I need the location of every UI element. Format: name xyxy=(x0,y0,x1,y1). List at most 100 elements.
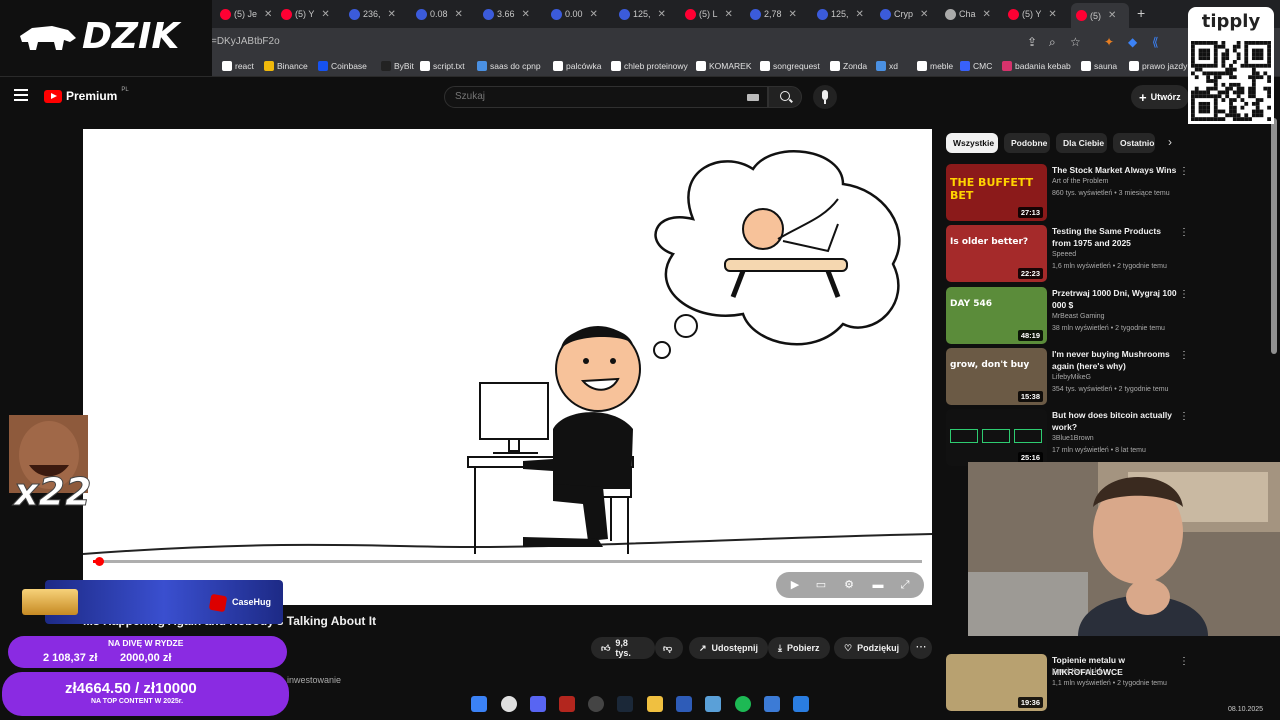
notepad-icon[interactable] xyxy=(764,696,780,712)
close-icon[interactable]: ✕ xyxy=(920,9,928,20)
share-button[interactable]: ↗ Udostępnij xyxy=(689,637,769,659)
obs-icon[interactable] xyxy=(588,696,604,712)
close-icon[interactable]: ✕ xyxy=(725,9,733,20)
browser-tab[interactable]: 2,78 ✕ xyxy=(750,4,810,24)
browser-tab[interactable]: 125, ✕ xyxy=(619,4,679,24)
more-vert-icon[interactable]: ⋮ xyxy=(1179,656,1189,667)
video-title[interactable]: Testing the Same Products from 1975 and … xyxy=(1052,225,1182,249)
close-icon[interactable]: ✕ xyxy=(590,9,598,20)
progress-scrubber[interactable] xyxy=(95,557,104,566)
more-vert-icon[interactable]: ⋮ xyxy=(1179,289,1189,300)
create-button[interactable]: + Utwórz xyxy=(1131,85,1189,109)
bookmark-item[interactable]: Zonda xyxy=(830,61,867,71)
dislike-button[interactable]: 👎︎ xyxy=(655,637,683,659)
new-tab-button[interactable]: + xyxy=(1137,5,1145,21)
more-vert-icon[interactable]: ⋮ xyxy=(1179,350,1189,361)
recommended-video[interactable]: THE BUFFETT BET 27:13 The Stock Market Alw… xyxy=(946,164,1196,222)
bookmark-item[interactable]: saas do cpnp xyxy=(477,61,541,71)
bookmark-item[interactable]: KOMAREK xyxy=(696,61,752,71)
browser-tab[interactable]: 125, ✕ xyxy=(817,4,877,24)
extension-icon[interactable]: ✦ xyxy=(1104,35,1114,49)
subtitles-icon[interactable]: ▭ xyxy=(814,578,828,592)
browser-tab[interactable]: Cha ✕ xyxy=(945,4,1005,24)
search-box[interactable] xyxy=(444,86,768,108)
autoplay-toggle-icon[interactable]: ▶ xyxy=(788,578,802,592)
chrome-icon[interactable] xyxy=(501,696,517,712)
filter-chip[interactable]: Dla Ciebie xyxy=(1056,133,1107,153)
bookmark-item[interactable]: CMC xyxy=(960,61,992,71)
fullscreen-icon[interactable]: ⤢ xyxy=(898,578,912,592)
bookmark-item[interactable]: palcówka xyxy=(553,61,601,71)
filter-chip[interactable]: Podobne xyxy=(1004,133,1050,153)
filter-chip[interactable]: Ostatnio xyxy=(1113,133,1155,153)
video-title[interactable]: But how does bitcoin actually work? xyxy=(1052,409,1182,433)
tab-active[interactable]: (5) ✕ xyxy=(1071,3,1129,28)
bookmark-item[interactable]: meble xyxy=(917,61,953,71)
steam-icon[interactable] xyxy=(617,696,633,712)
bookmark-item[interactable]: Binance xyxy=(264,61,308,71)
browser-tab[interactable]: Cryp ✕ xyxy=(880,4,940,24)
more-vert-icon[interactable]: ⋮ xyxy=(1179,411,1189,422)
app-icon[interactable] xyxy=(793,696,809,712)
close-icon[interactable]: ✕ xyxy=(321,9,329,20)
browser-tab[interactable]: (5) Y ✕ xyxy=(1008,4,1068,24)
channel-name[interactable]: Kamil Kamelsky xyxy=(1052,668,1102,675)
channel-name[interactable]: Art of the Problem xyxy=(1052,178,1108,185)
recommended-video[interactable]: DAY 546 48:19 Przetrwaj 1000 Dni, Wygraj 1… xyxy=(946,287,1196,345)
video-thumbnail[interactable]: 19:36 xyxy=(946,654,1047,711)
video-thumbnail[interactable]: grow, don't buy 15:38 xyxy=(946,348,1047,405)
search-input[interactable] xyxy=(455,91,735,102)
chevron-right-icon[interactable]: › xyxy=(1168,135,1172,149)
channel-name[interactable]: MrBeast Gaming xyxy=(1052,313,1105,320)
video-thumbnail[interactable]: Is older better? 22:23 xyxy=(946,225,1047,282)
close-icon[interactable]: ✕ xyxy=(388,9,396,20)
app-icon[interactable] xyxy=(705,696,721,712)
bookmark-item[interactable]: xd xyxy=(876,61,898,71)
browser-tab[interactable]: (5) Je ✕ xyxy=(220,4,280,24)
more-vert-icon[interactable]: ⋮ xyxy=(1179,166,1189,177)
like-button[interactable]: 👍︎ 9,8 tys. xyxy=(591,637,655,659)
bookmark-item[interactable]: songrequest xyxy=(760,61,820,71)
settings-gear-icon[interactable]: ⚙ xyxy=(842,578,856,592)
close-icon[interactable]: ✕ xyxy=(264,9,272,20)
progress-bar[interactable] xyxy=(93,560,922,563)
keyboard-icon[interactable] xyxy=(747,94,759,101)
video-title[interactable]: Przetrwaj 1000 Dni, Wygraj 100 000 $ xyxy=(1052,287,1182,311)
close-icon[interactable]: ✕ xyxy=(658,9,666,20)
bookmark-item[interactable]: prawo jazdy xyxy=(1129,61,1187,71)
bookmark-item[interactable]: Coinbase xyxy=(318,61,367,71)
bookmark-item[interactable]: badania kebab xyxy=(1002,61,1071,71)
browser-tab[interactable]: 236, ✕ xyxy=(349,4,409,24)
close-icon[interactable]: ✕ xyxy=(1048,9,1056,20)
thanks-button[interactable]: ♡ Podziękuj xyxy=(834,637,910,659)
channel-name[interactable]: LifebyMikeG xyxy=(1052,374,1091,381)
zoom-icon[interactable]: ⌕ xyxy=(1049,35,1056,50)
discord-icon[interactable] xyxy=(530,696,546,712)
video-thumbnail[interactable]: THE BUFFETT BET 27:13 xyxy=(946,164,1047,221)
channel-name[interactable]: Speeed xyxy=(1052,251,1076,258)
address-bar[interactable]: v=DKyJABtbF2o xyxy=(206,36,280,47)
menu-icon[interactable] xyxy=(14,89,28,101)
close-icon[interactable]: ✕ xyxy=(856,9,864,20)
browser-tab[interactable]: 0.08 ✕ xyxy=(416,4,476,24)
close-icon[interactable]: ✕ xyxy=(455,9,463,20)
video-player[interactable]: ▶ ▭ ⚙ ▬ ⤢ xyxy=(83,129,932,605)
bookmark-star-icon[interactable]: ☆ xyxy=(1070,35,1081,49)
more-vert-icon[interactable]: ⋮ xyxy=(1179,227,1189,238)
bookmark-item[interactable]: chleb proteinowy xyxy=(611,61,688,71)
close-icon[interactable]: ✕ xyxy=(789,9,797,20)
close-icon[interactable]: ✕ xyxy=(1108,10,1116,21)
recommended-video[interactable]: Is older better? 22:23 Testing the Same Pr… xyxy=(946,225,1196,283)
search-button[interactable] xyxy=(768,86,802,108)
channel-name[interactable]: 3Blue1Brown xyxy=(1052,435,1094,442)
app-icon[interactable] xyxy=(559,696,575,712)
windows-start-icon[interactable] xyxy=(471,696,487,712)
extension-icon[interactable]: ◆ xyxy=(1128,35,1137,49)
browser-tab[interactable]: (5) L ✕ xyxy=(685,4,745,24)
video-thumbnail[interactable]: 25:16 xyxy=(946,409,1047,466)
voice-search-button[interactable] xyxy=(813,85,837,109)
bookmark-item[interactable]: sauna xyxy=(1081,61,1117,71)
theater-mode-icon[interactable]: ▬ xyxy=(871,578,885,592)
bookmark-item[interactable]: ByBit xyxy=(381,61,414,71)
browser-tab[interactable]: 3.66 ✕ xyxy=(483,4,543,24)
